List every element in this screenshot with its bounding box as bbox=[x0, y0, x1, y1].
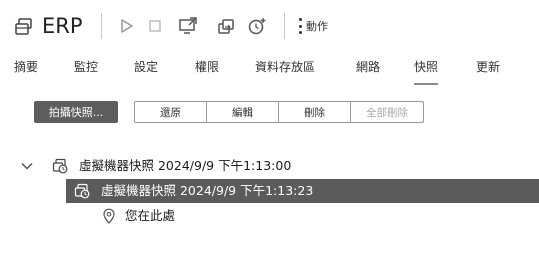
virtual-machine-icon bbox=[13, 16, 35, 38]
kebab-icon bbox=[298, 18, 302, 34]
toolbar-divider bbox=[284, 13, 285, 39]
power-off-icon[interactable] bbox=[144, 15, 166, 37]
vm-title: ERP bbox=[42, 14, 83, 38]
tab-configure[interactable]: 設定 bbox=[134, 57, 158, 83]
tab-monitor[interactable]: 監控 bbox=[74, 57, 98, 83]
tab-snapshots[interactable]: 快照 bbox=[414, 57, 439, 85]
chevron-down-icon[interactable] bbox=[19, 158, 35, 174]
vm-snapshot-icon bbox=[74, 183, 90, 199]
tab-updates[interactable]: 更新 bbox=[476, 57, 500, 83]
tree-node-you-are-here[interactable]: 您在此處 bbox=[0, 204, 539, 228]
tab-permissions[interactable]: 權限 bbox=[195, 57, 219, 83]
snapshot-action-group: 還原 編輯 刪除 全部刪除 bbox=[134, 101, 424, 123]
tree-node-child-selected[interactable]: 虛擬機器快照 2024/9/9 下午1:13:23 bbox=[66, 179, 539, 203]
actions-label: 動作 bbox=[306, 20, 328, 33]
snapshot-add-icon[interactable] bbox=[246, 15, 268, 37]
tab-datastores[interactable]: 資料存放區 bbox=[255, 57, 315, 83]
you-are-here-label: 您在此處 bbox=[125, 208, 176, 223]
toolbar-divider bbox=[101, 13, 102, 39]
tree-node-parent[interactable]: 虛擬機器快照 2024/9/9 下午1:13:00 bbox=[0, 154, 539, 178]
tab-networks[interactable]: 網路 bbox=[356, 57, 380, 83]
delete-button[interactable]: 刪除 bbox=[279, 102, 351, 122]
page-header: ERP 動作 bbox=[0, 0, 539, 52]
snapshot-label: 虛擬機器快照 2024/9/9 下午1:13:23 bbox=[101, 183, 314, 198]
take-snapshot-button[interactable]: 拍攝快照... bbox=[34, 101, 118, 123]
tab-bar: 摘要 監控 設定 權限 資料存放區 網路 快照 更新 bbox=[0, 57, 539, 85]
revert-button[interactable]: 還原 bbox=[135, 102, 207, 122]
actions-menu-button[interactable]: 動作 bbox=[298, 15, 328, 37]
tab-summary[interactable]: 摘要 bbox=[14, 57, 38, 83]
delete-all-button[interactable]: 全部刪除 bbox=[351, 102, 423, 122]
vm-snapshot-icon bbox=[52, 158, 68, 174]
edit-button[interactable]: 編輯 bbox=[207, 102, 279, 122]
launch-console-icon[interactable] bbox=[177, 15, 199, 37]
power-on-icon[interactable] bbox=[116, 15, 138, 37]
location-pin-icon bbox=[101, 208, 117, 224]
migrate-icon[interactable] bbox=[215, 15, 237, 37]
snapshot-label: 虛擬機器快照 2024/9/9 下午1:13:00 bbox=[79, 158, 292, 173]
